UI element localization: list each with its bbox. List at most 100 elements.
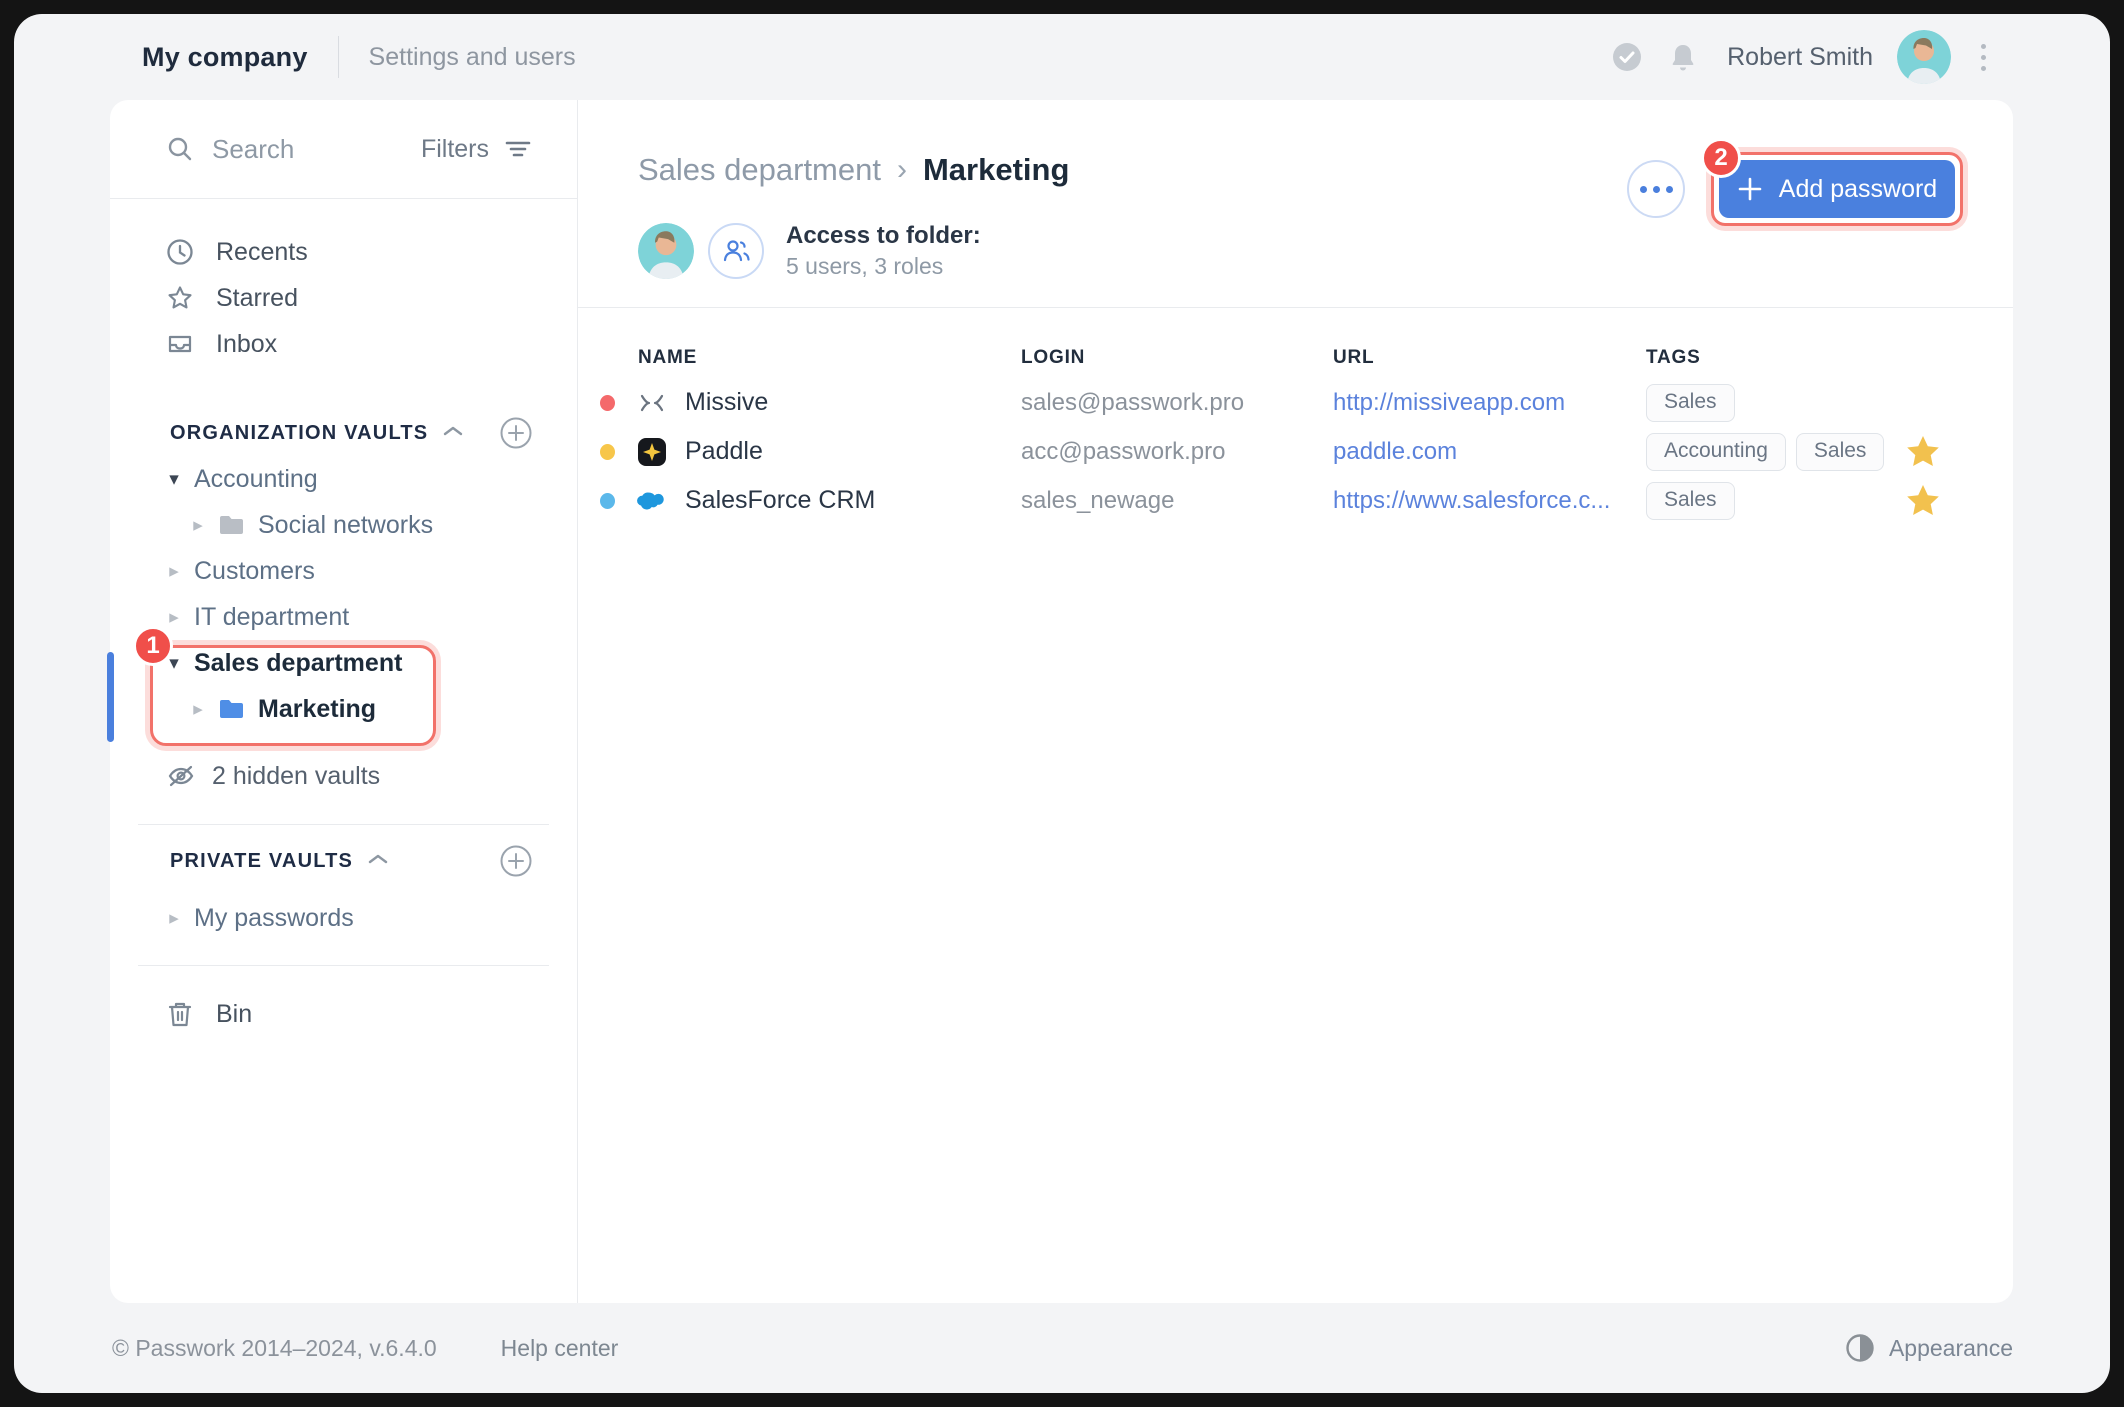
caret-right-icon[interactable]: ▸	[190, 700, 206, 719]
settings-and-users-link[interactable]: Settings and users	[369, 43, 576, 72]
password-name: Paddle	[685, 437, 763, 465]
vault-my-passwords-label: My passwords	[194, 903, 354, 932]
password-url-link[interactable]: paddle.com	[1333, 438, 1646, 466]
bell-icon[interactable]	[1667, 41, 1699, 73]
folder-header: Sales department › Marketing Access to f…	[578, 100, 2013, 308]
appearance-label: Appearance	[1888, 1334, 2013, 1361]
tag-chip[interactable]: Sales	[1646, 481, 1735, 520]
vault-accounting[interactable]: ▾ Accounting	[110, 456, 577, 502]
sidebar-item-starred[interactable]: Starred	[110, 275, 577, 321]
table-row[interactable]: Missive sales@passwork.pro http://missiv…	[600, 378, 1953, 427]
vault-customers-label: Customers	[194, 556, 315, 585]
tag-chip[interactable]: Sales	[1646, 383, 1735, 422]
folder-icon-blue	[218, 698, 245, 720]
missive-icon	[637, 388, 667, 418]
vault-customers[interactable]: ▸ Customers	[110, 548, 577, 594]
favorite-star-icon[interactable]	[1893, 483, 1953, 519]
access-subtitle: 5 users, 3 roles	[786, 253, 944, 279]
private-vaults-title: PRIVATE VAULTS	[170, 849, 354, 872]
column-login: LOGIN	[1021, 347, 1086, 368]
trash-icon	[166, 1000, 194, 1028]
filters-label: Filters	[420, 134, 489, 163]
search-input[interactable]: Search	[166, 134, 421, 165]
folder-marketing[interactable]: ▸ Marketing	[110, 686, 577, 732]
add-org-vault-button[interactable]	[499, 416, 533, 450]
vault-accounting-label: Accounting	[194, 464, 318, 493]
filters-button[interactable]: Filters	[421, 135, 533, 164]
table-header: NAME LOGIN URL TAGS	[600, 338, 1953, 378]
color-dot	[600, 443, 615, 460]
recents-label: Recents	[216, 237, 308, 266]
eye-off-icon	[166, 762, 196, 790]
hidden-vaults-button[interactable]: 2 hidden vaults	[110, 753, 577, 799]
more-actions-button[interactable]	[1627, 160, 1685, 218]
filter-icon	[505, 141, 531, 157]
password-url-link[interactable]: https://www.salesforce.c...	[1333, 487, 1646, 515]
chevron-right-icon: ›	[896, 153, 907, 186]
password-url-link[interactable]: http://missiveapp.com	[1333, 389, 1646, 417]
sidebar-item-bin[interactable]: Bin	[110, 991, 577, 1037]
plus-icon	[1738, 177, 1762, 201]
organization-vaults-title: ORGANIZATION VAULTS	[170, 421, 429, 444]
help-center-link[interactable]: Help center	[501, 1335, 619, 1362]
password-login: acc@passwork.pro	[1021, 437, 1226, 465]
paddle-icon	[637, 437, 667, 467]
hidden-vaults-label: 2 hidden vaults	[212, 761, 381, 790]
table-row[interactable]: Paddle acc@passwork.pro paddle.com Accou…	[600, 427, 1953, 476]
inbox-label: Inbox	[216, 329, 278, 358]
password-name: Missive	[685, 388, 769, 416]
password-login: sales@passwork.pro	[1021, 388, 1245, 416]
main-pane: Sales department › Marketing Access to f…	[578, 100, 2013, 1303]
caret-down-icon[interactable]: ▾	[166, 470, 182, 489]
favorite-star-icon[interactable]	[1893, 434, 1953, 470]
clock-icon	[166, 238, 194, 266]
passwords-table: NAME LOGIN URL TAGS Missive sales@passwo…	[578, 308, 2013, 525]
access-users-button[interactable]	[708, 223, 764, 279]
folder-user-avatar[interactable]	[638, 223, 694, 279]
add-password-button[interactable]: Add password	[1719, 160, 1955, 218]
app-window: My company Settings and users Robert Smi…	[14, 14, 2110, 1393]
inbox-icon	[166, 330, 194, 358]
starred-label: Starred	[216, 283, 298, 312]
caret-down-icon[interactable]: ▾	[166, 654, 182, 673]
appearance-toggle[interactable]: Appearance	[1845, 1333, 2013, 1363]
search-icon	[168, 137, 192, 161]
vault-sales-department-label: Sales department	[194, 648, 403, 677]
contrast-icon	[1846, 1334, 1874, 1362]
sidebar-item-inbox[interactable]: Inbox	[110, 321, 577, 367]
add-private-vault-button[interactable]	[499, 844, 533, 878]
vault-sales-department[interactable]: ▾ Sales department	[110, 640, 577, 686]
check-circle-icon[interactable]	[1611, 41, 1643, 73]
more-menu-icon[interactable]	[1975, 38, 1992, 77]
content-card: Search Filters Recents Starred Inbox ORG…	[107, 100, 2013, 1303]
folder-social-networks[interactable]: ▸ Social networks	[110, 502, 577, 548]
add-password-label: Add password	[1778, 174, 1938, 203]
caret-right-icon[interactable]: ▸	[166, 909, 182, 928]
sidebar: Search Filters Recents Starred Inbox ORG…	[107, 100, 578, 1303]
company-title: My company	[142, 41, 308, 72]
breadcrumb: Sales department › Marketing	[638, 152, 1069, 188]
user-avatar[interactable]	[1897, 30, 1951, 84]
sidebar-divider	[138, 965, 549, 966]
table-row[interactable]: SalesForce CRM sales_newage https://www.…	[600, 476, 1953, 525]
star-icon	[166, 284, 194, 312]
user-name: Robert Smith	[1727, 42, 1873, 71]
sidebar-item-recents[interactable]: Recents	[110, 229, 577, 275]
caret-right-icon[interactable]: ▸	[166, 562, 182, 581]
users-group-icon	[723, 240, 750, 262]
tag-chip[interactable]: Accounting	[1646, 432, 1786, 471]
tag-chip[interactable]: Sales	[1795, 432, 1885, 471]
vault-it-department[interactable]: ▸ IT department	[110, 594, 577, 640]
caret-right-icon[interactable]: ▸	[190, 516, 206, 535]
private-vaults-header[interactable]: PRIVATE VAULTS	[110, 838, 577, 884]
organization-vaults-header[interactable]: ORGANIZATION VAULTS	[110, 410, 577, 456]
footer: © Passwork 2014–2024, v.6.4.0 Help cente…	[14, 1303, 2110, 1393]
column-url: URL	[1333, 347, 1375, 368]
vault-my-passwords[interactable]: ▸ My passwords	[110, 895, 577, 941]
breadcrumb-parent[interactable]: Sales department	[638, 152, 881, 188]
chevron-up-icon	[367, 852, 389, 871]
caret-right-icon[interactable]: ▸	[166, 608, 182, 627]
chevron-up-icon	[442, 424, 464, 443]
annotation-step2-badge: 2	[1701, 138, 1741, 178]
folder-marketing-label: Marketing	[258, 694, 377, 723]
